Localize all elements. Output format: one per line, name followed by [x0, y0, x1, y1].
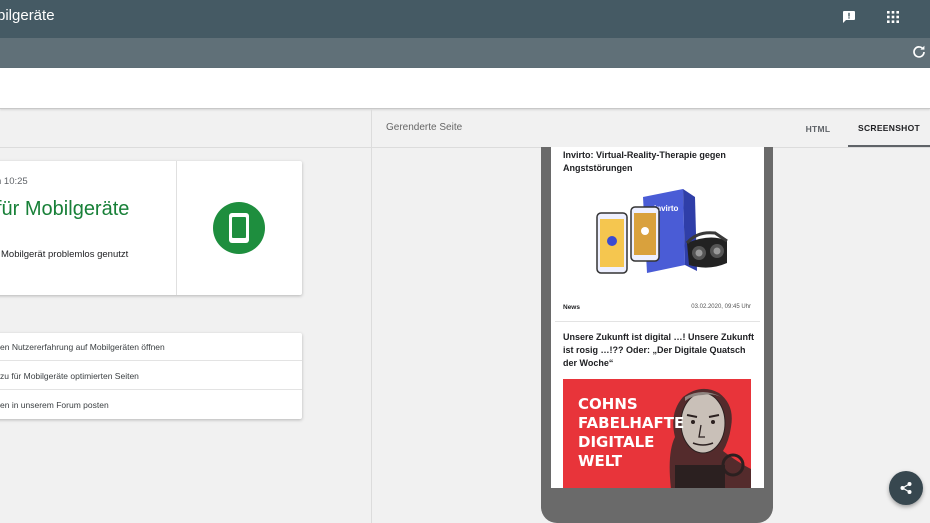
header-divider — [0, 147, 930, 148]
image-headline-line: WELT — [578, 452, 623, 470]
article-title[interactable]: Unsere Zukunft ist digital …! Unsere Zuk… — [563, 331, 755, 370]
rendered-page-label: Gerenderte Seite — [386, 122, 463, 133]
toolbar — [0, 38, 930, 68]
test-date: n 10:25 — [0, 176, 28, 187]
link-open-mobile-ux[interactable]: en Nutzererfahrung auf Mobilgeräten öffn… — [0, 333, 302, 361]
cohns-digital-world-image[interactable]: COHNS FABELHAFTE DIGITALE WELT — [563, 379, 751, 488]
article-date: 03.02.2020, 09:45 Uhr — [691, 304, 751, 310]
refresh-icon[interactable] — [912, 45, 928, 61]
feedback-icon[interactable] — [840, 8, 858, 26]
image-headline-line: COHNS — [578, 395, 638, 413]
invirto-product-image[interactable]: invirto — [591, 187, 731, 287]
tab-screenshot[interactable]: SCREENSHOT — [848, 110, 930, 147]
card-divider — [176, 161, 177, 295]
link-forum-post[interactable]: en in unserem Forum posten — [0, 391, 302, 419]
column-divider — [371, 109, 372, 523]
article-title[interactable]: Invirto: Virtual-Reality-Therapie gegen … — [563, 149, 755, 175]
image-headline: COHNS FABELHAFTE DIGITALE WELT — [578, 395, 684, 471]
verdict-heading: für Mobilgeräte — [0, 198, 130, 220]
apps-grid-icon[interactable] — [884, 8, 902, 26]
tab-html[interactable]: HTML — [790, 110, 846, 147]
url-input-bar[interactable] — [0, 68, 930, 109]
image-headline-line: DIGITALE — [578, 433, 655, 451]
help-links-card: en Nutzererfahrung auf Mobilgeräten öffn… — [0, 333, 302, 419]
verdict-description: Mobilgerät problemlos genutzt — [1, 249, 129, 260]
screenshot-viewport[interactable]: Invirto: Virtual-Reality-Therapie gegen … — [551, 147, 764, 488]
app-title: bilgeräte — [0, 7, 55, 24]
share-icon[interactable] — [889, 471, 923, 505]
article-category: News — [563, 304, 580, 311]
link-mobile-optimized-pages[interactable]: zu für Mobilgeräte optimierten Seiten — [0, 362, 302, 390]
article-divider — [555, 321, 760, 322]
image-headline-line: FABELHAFTE — [578, 414, 685, 432]
top-app-bar: bilgeräte — [0, 0, 930, 38]
smartphone-icon — [213, 202, 265, 254]
result-card: n 10:25 für Mobilgeräte Mobilgerät probl… — [0, 161, 302, 295]
